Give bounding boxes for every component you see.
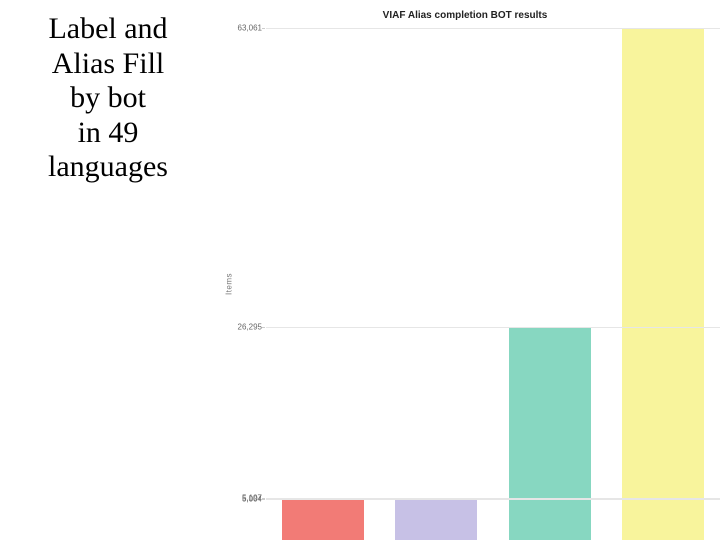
grid-line xyxy=(266,327,720,328)
grid-line xyxy=(266,499,720,500)
bar xyxy=(395,498,477,540)
plot-area: 5,004 5,197 26,295 63,061 xyxy=(266,28,720,540)
heading-line-1: Label and xyxy=(18,12,198,47)
bar xyxy=(622,28,704,540)
bars-layer xyxy=(266,28,720,540)
chart-title: VIAF Alias completion BOT results xyxy=(210,10,720,21)
bar xyxy=(282,499,364,540)
bar xyxy=(509,327,591,540)
heading-line-2: Alias Fill xyxy=(18,47,198,82)
y-axis-label: Items xyxy=(225,273,234,295)
grid-line xyxy=(266,498,720,499)
slide-root: Label and Alias Fill by bot in 49 langua… xyxy=(0,0,720,540)
heading-line-3: by bot xyxy=(18,81,198,116)
heading-line-5: languages xyxy=(18,150,198,185)
chart-container: Items 5,004 5,197 26,295 63,061 xyxy=(210,28,720,540)
y-tick-label: 5,197 xyxy=(242,493,266,502)
heading-text-block: Label and Alias Fill by bot in 49 langua… xyxy=(18,12,198,185)
y-tick-label: 26,295 xyxy=(238,322,266,331)
heading-line-4: in 49 xyxy=(18,116,198,151)
y-tick-label: 63,061 xyxy=(238,24,266,33)
grid-line xyxy=(266,28,720,29)
